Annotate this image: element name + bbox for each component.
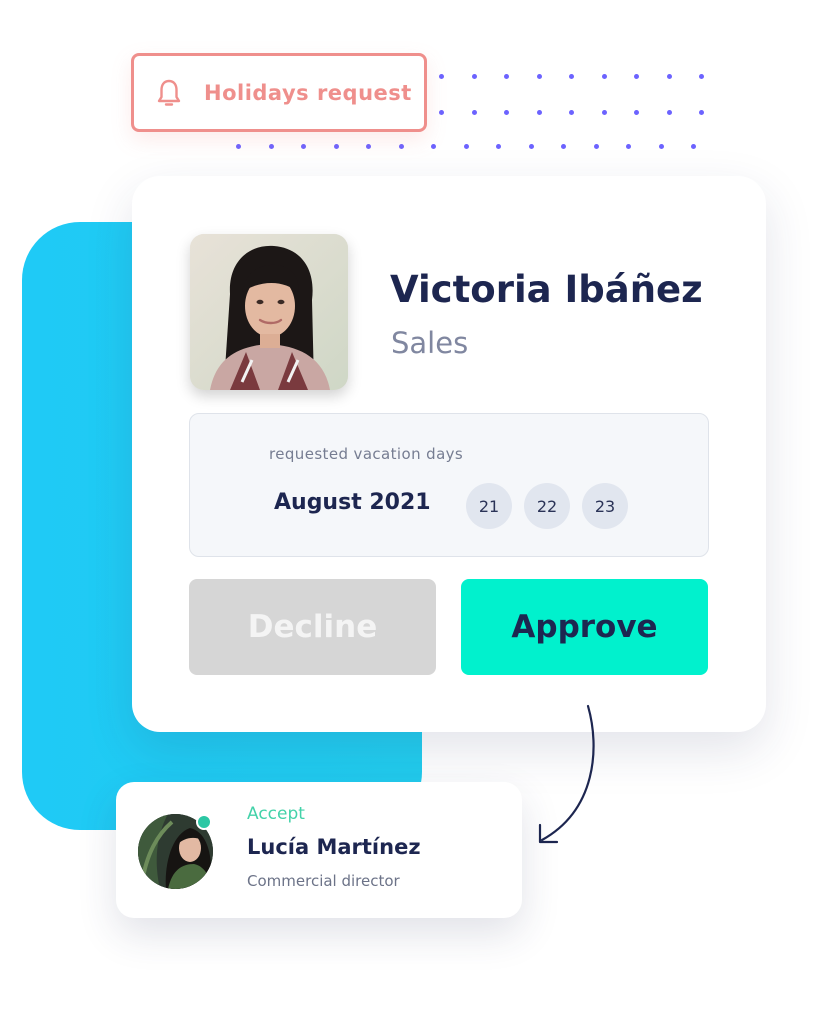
pattern-dot — [528, 144, 534, 149]
pattern-dot — [569, 110, 574, 115]
holidays-request-tag[interactable]: Holidays request — [131, 53, 427, 132]
pattern-dot — [699, 110, 704, 115]
pattern-dot — [431, 144, 436, 149]
pattern-dot — [666, 74, 672, 79]
pattern-dot — [601, 110, 607, 115]
pattern-dot — [301, 144, 306, 149]
bell-icon — [157, 79, 181, 106]
pattern-dot — [658, 144, 664, 149]
vacation-days-caption: requested vacation days — [269, 445, 464, 463]
holidays-request-label: Holidays request — [204, 80, 412, 105]
pattern-dot — [398, 144, 404, 149]
employee-department: Sales — [391, 326, 469, 360]
pattern-dot — [536, 74, 542, 79]
decline-button[interactable]: Decline — [189, 579, 436, 675]
pattern-dot — [496, 144, 501, 149]
approver-name: Lucía Martínez — [247, 835, 421, 859]
pattern-dot — [471, 110, 477, 115]
pattern-dot — [333, 144, 339, 149]
pattern-dot — [463, 144, 469, 149]
employee-avatar — [190, 234, 348, 390]
accept-status: Accept — [247, 804, 305, 824]
pattern-dot — [561, 144, 566, 149]
pattern-dot — [699, 74, 704, 79]
pattern-dot — [366, 144, 371, 149]
pattern-dot — [634, 110, 639, 115]
pattern-dot — [601, 74, 607, 79]
pattern-dot — [626, 144, 631, 149]
vacation-month: August 2021 — [274, 490, 431, 515]
vacation-request-card: Victoria Ibáñez Sales requested vacation… — [132, 176, 766, 732]
vacation-days-panel: requested vacation days August 2021 21 2… — [189, 413, 709, 557]
pattern-dot — [504, 74, 509, 79]
approver-card: Accept Lucía Martínez Commercial directo… — [116, 782, 522, 918]
pattern-dot — [691, 144, 696, 149]
pattern-dot — [593, 144, 599, 149]
day-chip: 23 — [582, 483, 628, 529]
pattern-dot — [236, 144, 241, 149]
employee-photo — [190, 234, 348, 390]
pattern-dot — [471, 74, 477, 79]
day-chip: 22 — [524, 483, 570, 529]
flow-arrow-icon — [538, 704, 595, 844]
pattern-dot — [439, 74, 444, 79]
approve-button[interactable]: Approve — [461, 579, 708, 675]
pattern-dot — [569, 74, 574, 79]
pattern-dot — [666, 110, 672, 115]
pattern-dot — [439, 110, 444, 115]
employee-name: Victoria Ibáñez — [390, 268, 703, 311]
pattern-dot — [268, 144, 274, 149]
pattern-dot — [634, 74, 639, 79]
online-status-dot — [196, 814, 212, 830]
pattern-dot — [536, 110, 542, 115]
day-chip: 21 — [466, 483, 512, 529]
pattern-dot — [504, 110, 509, 115]
approver-role: Commercial director — [247, 872, 400, 890]
